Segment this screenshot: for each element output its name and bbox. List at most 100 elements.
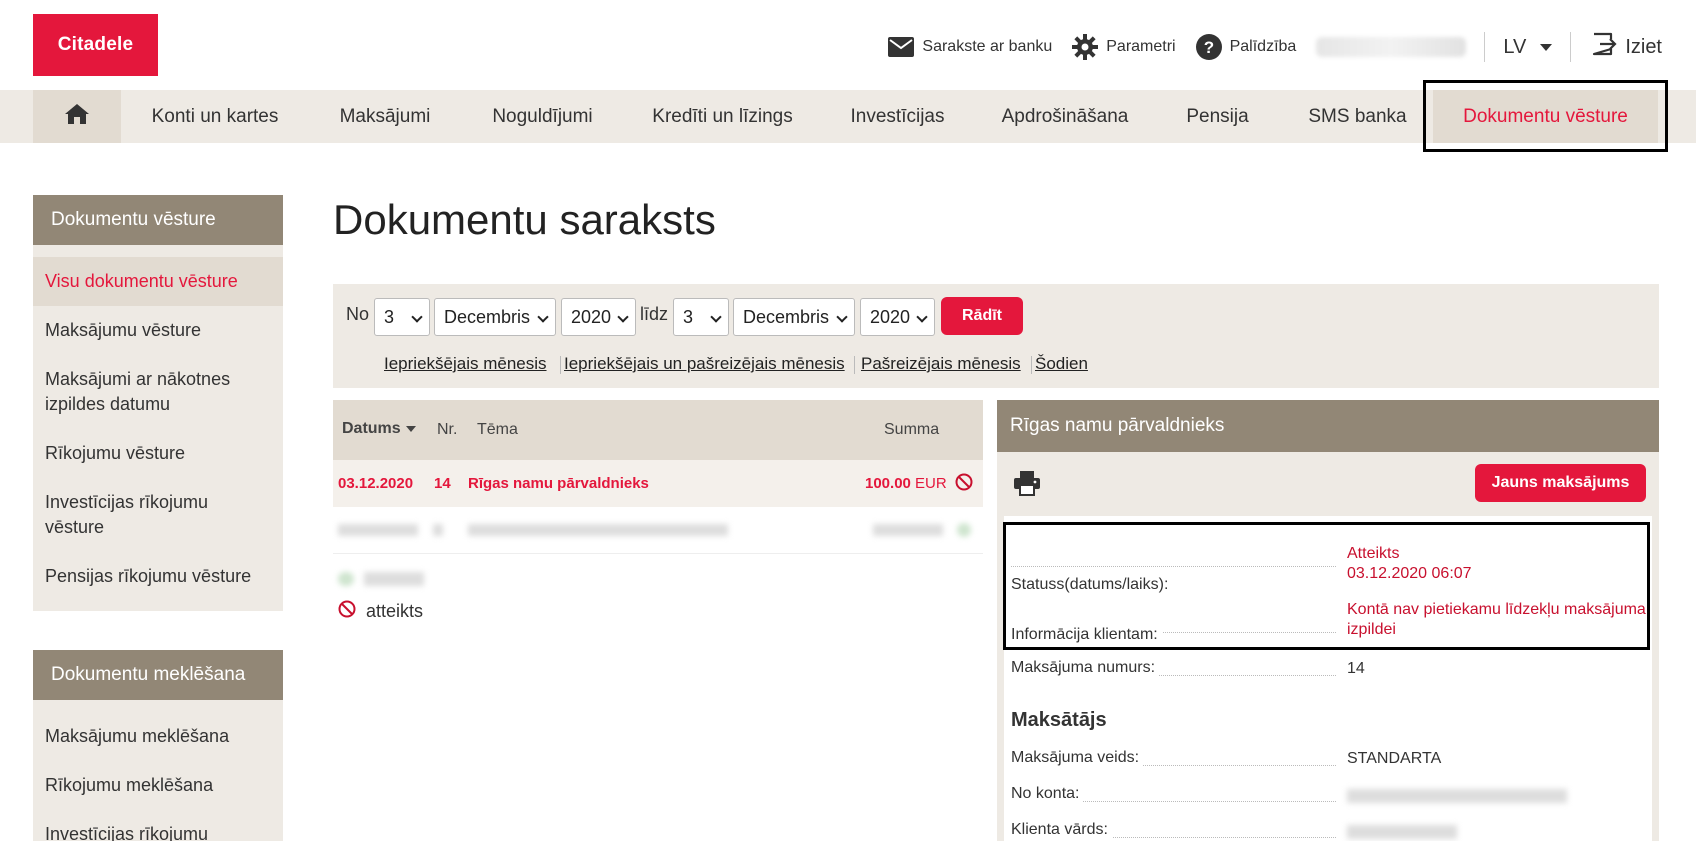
from-year-select[interactable]: 2020 <box>561 298 636 336</box>
quick-link-divider <box>560 356 561 374</box>
payment-number-value: 14 <box>1347 660 1365 677</box>
home-button[interactable] <box>33 90 121 143</box>
sidebar-item-all-documents[interactable]: Visu dokumentu vēsture <box>33 257 283 306</box>
date-filter: No 3 Decembris 2020 līdz 3 Decembris 202… <box>333 284 1659 388</box>
nav-payments[interactable]: Maksājumi <box>320 90 450 143</box>
redacted-subject <box>468 524 728 536</box>
details-title: Rīgas namu pārvaldnieks <box>997 400 1659 452</box>
row-subject: Rīgas namu pārvaldnieks <box>468 475 649 492</box>
redacted-amount <box>873 524 943 536</box>
print-icon[interactable] <box>1013 470 1041 501</box>
gear-icon <box>1072 34 1099 60</box>
executed-icon <box>338 572 354 586</box>
logout-icon <box>1591 32 1617 62</box>
column-amount: Summa <box>884 421 940 438</box>
from-month-value: Decembris <box>444 306 531 327</box>
rejected-icon <box>955 473 973 495</box>
payment-type-label: Maksājuma veids: <box>1011 749 1144 767</box>
sidebar-section-title: Dokumentu meklēšana <box>33 650 283 700</box>
legend-rejected-label: atteikts <box>366 601 424 621</box>
row-nr: 14 <box>434 475 451 492</box>
quick-link-divider <box>854 356 855 374</box>
chevron-down-icon <box>916 311 928 323</box>
chevron-down-icon <box>537 311 549 323</box>
rejected-icon <box>338 600 356 623</box>
table-header: Datums Nr. Tēma Summa <box>333 400 983 460</box>
sidebar-item-order-search[interactable]: Rīkojumu meklēšana <box>33 761 283 810</box>
row-amount: 100.00 <box>865 475 911 492</box>
logout-label: Iziet <box>1625 35 1662 58</box>
client-name-label: Klienta vārds: <box>1011 821 1112 839</box>
nav-deposits[interactable]: Noguldījumi <box>470 90 615 143</box>
help-label: Palīdzība <box>1229 38 1297 55</box>
from-month-select[interactable]: Decembris <box>434 298 556 336</box>
messages-label: Sarakste ar banku <box>922 38 1053 55</box>
client-name-redacted <box>1347 825 1457 839</box>
settings-link[interactable]: Parametri <box>1072 34 1176 60</box>
messages-link[interactable]: Sarakste ar banku <box>888 37 1052 57</box>
quick-link-previous-month[interactable]: Iepriekšējais mēnesis <box>384 354 547 374</box>
sidebar-item-payment-search[interactable]: Maksājumu meklēšana <box>33 712 283 761</box>
redacted-date <box>338 524 418 536</box>
to-day-value: 3 <box>683 306 694 327</box>
nav-loans-leasing[interactable]: Kredīti un līzings <box>640 90 805 143</box>
status-icon-redacted <box>957 523 971 537</box>
show-button[interactable]: Rādīt <box>941 297 1023 335</box>
envelope-icon <box>888 37 915 57</box>
legend-redacted <box>338 572 424 586</box>
chevron-down-icon <box>710 311 722 323</box>
nav-insurance[interactable]: Apdrošināšana <box>990 90 1140 143</box>
sidebar-item-pension-orders[interactable]: Pensijas rīkojumu vēsture <box>33 552 283 601</box>
quick-link-previous-and-current-month[interactable]: Iepriekšējais un pašreizējais mēnesis <box>564 354 845 374</box>
column-date[interactable]: Datums <box>342 420 416 438</box>
from-year-value: 2020 <box>571 306 612 327</box>
sidebar-section-title: Dokumentu vēsture <box>33 195 283 245</box>
to-label: līdz <box>640 304 669 324</box>
payer-section-title: Maksātājs <box>1011 709 1107 731</box>
sidebar-item-investment-orders[interactable]: Investīcijas rīkojumu vēsture <box>33 478 283 552</box>
to-month-select[interactable]: Decembris <box>733 298 855 336</box>
citadele-logo[interactable]: Citadele <box>33 14 158 76</box>
sidebar-item-investment-order-search[interactable]: Investīcijas rīkojumu <box>33 810 283 841</box>
redacted-legend-label <box>364 572 424 586</box>
details-toolbar: Jauns maksājums <box>997 452 1659 514</box>
sidebar-item-future-payments[interactable]: Maksājumi ar nākotnes izpildes datumu <box>33 355 283 429</box>
nav-highlight-box <box>1423 80 1668 152</box>
sidebar-item-payment-history[interactable]: Maksājumu vēsture <box>33 306 283 355</box>
payment-number-label: Maksājuma numurs: <box>1011 659 1160 677</box>
home-icon <box>64 103 90 131</box>
to-month-value: Decembris <box>743 306 830 327</box>
nav-accounts-cards[interactable]: Konti un kartes <box>134 90 296 143</box>
help-icon: ? <box>1195 34 1222 60</box>
language-selector[interactable]: LV <box>1503 36 1553 59</box>
nav-pension[interactable]: Pensija <box>1165 90 1270 143</box>
sidebar-document-search: Dokumentu meklēšana Maksājumu meklēšana … <box>33 650 283 841</box>
to-day-select[interactable]: 3 <box>673 298 729 336</box>
column-subject: Tēma <box>477 421 518 438</box>
table-row[interactable]: 03.12.2020 14 Rīgas namu pārvaldnieks 10… <box>333 460 983 507</box>
payment-type-value: STANDARTA <box>1347 750 1442 767</box>
chevron-down-icon <box>411 311 423 323</box>
quick-link-divider <box>1031 356 1032 374</box>
table-row-redacted[interactable] <box>333 507 983 554</box>
chevron-down-icon <box>617 311 629 323</box>
sort-desc-icon <box>405 425 416 432</box>
nav-investments[interactable]: Investīcijas <box>830 90 965 143</box>
help-link[interactable]: ? Palīdzība <box>1195 34 1297 60</box>
svg-text:?: ? <box>1203 38 1213 57</box>
quick-link-current-month[interactable]: Pašreizējais mēnesis <box>861 354 1021 374</box>
header-divider <box>1570 32 1572 62</box>
row-currency: EUR <box>915 475 947 492</box>
quick-link-today[interactable]: Šodien <box>1035 354 1088 374</box>
logout-link[interactable]: Iziet <box>1591 32 1662 62</box>
page-title: Dokumentu saraksts <box>333 196 716 243</box>
from-day-select[interactable]: 3 <box>374 298 430 336</box>
new-payment-button[interactable]: Jauns maksājums <box>1475 464 1646 502</box>
redacted-nr <box>433 524 443 536</box>
to-year-select[interactable]: 2020 <box>860 298 935 336</box>
documents-table: Datums Nr. Tēma Summa 03.12.2020 14 Rīga… <box>333 400 983 554</box>
sidebar-item-order-history[interactable]: Rīkojumu vēsture <box>33 429 283 478</box>
from-day-value: 3 <box>384 306 395 327</box>
nav-sms-bank[interactable]: SMS banka <box>1295 90 1420 143</box>
column-nr: Nr. <box>437 421 458 438</box>
